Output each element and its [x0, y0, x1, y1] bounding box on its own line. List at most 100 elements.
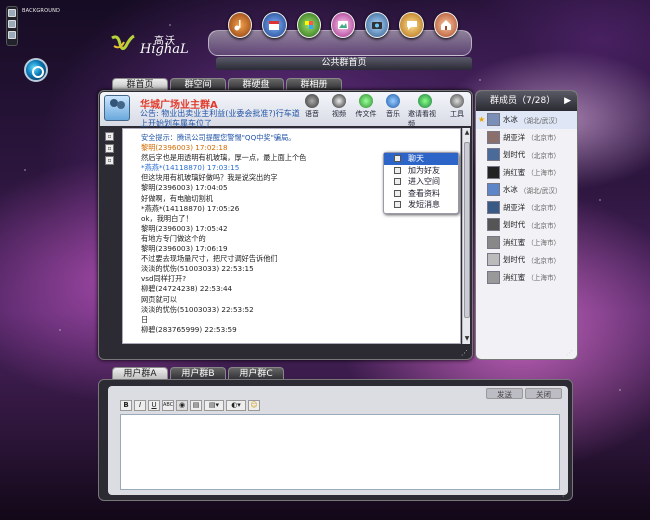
member-location: （北京市）	[527, 134, 561, 143]
menu-item-send-sms[interactable]: 发短消息	[384, 199, 458, 211]
music-button[interactable]: 音乐	[381, 94, 405, 129]
scroll-down-arrow-icon[interactable]: ▼	[463, 335, 471, 343]
member-location: （北京市）	[527, 221, 561, 230]
puzzle-icon[interactable]	[296, 12, 321, 38]
scroll-up-arrow-icon[interactable]: ▲	[463, 129, 471, 137]
member-name: 划时代	[503, 220, 526, 230]
status-orb-icon[interactable]	[24, 58, 48, 82]
member-name: 消红蜜	[503, 237, 526, 247]
member-row[interactable]: 划时代 （北京市）	[476, 146, 577, 164]
side-button-3[interactable]: ▫	[105, 156, 114, 165]
invite-video-button[interactable]: 邀请看视频	[408, 94, 442, 129]
side-button-1[interactable]: ▫	[105, 132, 114, 141]
webcam-icon	[332, 94, 346, 108]
chat-side-buttons: ▫ ▫ ▫	[105, 132, 114, 165]
member-row[interactable]: 划时代 （北京市）	[476, 216, 577, 234]
bold-button[interactable]: B	[120, 400, 132, 411]
music-icon[interactable]	[228, 12, 253, 38]
tools-button[interactable]: 工具	[445, 94, 469, 129]
chat-message: 淡淡的忧伤(51003033) 22:53:15	[141, 264, 254, 274]
strikethrough-button[interactable]: ABC	[162, 400, 174, 411]
message-input[interactable]	[120, 414, 560, 490]
avatar	[487, 165, 500, 179]
italic-button[interactable]: I	[134, 400, 146, 411]
avatar	[487, 183, 500, 197]
member-name: 消红蜜	[503, 167, 526, 177]
chat-message: 网页就可以	[141, 294, 177, 304]
mini-button-1[interactable]	[8, 9, 16, 17]
voice-button[interactable]: 语音	[300, 94, 324, 129]
avatar	[487, 200, 500, 214]
side-button-2[interactable]: ▫	[105, 144, 114, 153]
resize-grip-icon[interactable]: ⋰	[461, 349, 469, 357]
mini-button-3[interactable]	[8, 31, 16, 39]
text-color-dropdown-icon[interactable]: ◐▾	[226, 400, 246, 411]
page-title: 公共群首页	[216, 57, 472, 70]
chevron-right-icon[interactable]: ▶	[564, 91, 571, 111]
camera-icon[interactable]	[365, 12, 390, 38]
member-location: （北京市）	[527, 204, 561, 213]
avatar	[487, 113, 500, 127]
home-icon[interactable]	[433, 12, 458, 38]
chat-scrollbar[interactable]: ▲ ▼	[462, 128, 470, 344]
font-size-dropdown-icon[interactable]: ▤▾	[204, 400, 224, 411]
member-row[interactable]: 消红蜜 （上海市）	[476, 269, 577, 287]
space-icon	[394, 178, 401, 185]
chat-message: ok，我明白了！	[141, 213, 193, 223]
format-toolbar: B I U ABC ◉ ▤ ▤▾ ◐▾ ☺	[120, 400, 260, 411]
avatar	[487, 253, 500, 267]
mini-button-2[interactable]	[8, 20, 16, 28]
member-name: 消红蜜	[503, 272, 526, 282]
font-color-icon[interactable]: ◉	[176, 400, 188, 411]
background-label: BACKGROUND	[22, 8, 61, 14]
member-name: 胡亚洋	[503, 132, 526, 142]
compose-resize-grip-icon[interactable]: ⋰	[562, 490, 570, 498]
context-menu: 聊天 加为好友 进入空间 查看资料 发短消息	[383, 152, 459, 214]
text-style-icon[interactable]: ▤	[190, 400, 202, 411]
invite-video-icon	[418, 94, 432, 108]
menu-item-chat[interactable]: 聊天	[384, 153, 458, 165]
send-button[interactable]: 发送	[486, 388, 523, 399]
calendar-icon[interactable]	[262, 12, 287, 38]
member-row[interactable]: 消红蜜 （上海市）	[476, 234, 577, 252]
member-row[interactable]: 划时代 （北京市）	[476, 251, 577, 269]
menu-item-view-profile[interactable]: 查看资料	[384, 188, 458, 200]
star-icon: ★	[478, 115, 486, 125]
chat-message: 不过要去现场量尺寸，把尺寸调好告诉他们	[141, 254, 278, 264]
member-header: 群成员（7/28） ▶	[476, 91, 577, 111]
menu-item-add-friend[interactable]: 加为好友	[384, 165, 458, 177]
video-button[interactable]: 视频	[327, 94, 351, 129]
member-row[interactable]: 胡亚洋 （北京市）	[476, 129, 577, 147]
photo-icon[interactable]	[330, 12, 356, 38]
scroll-thumb[interactable]	[464, 142, 470, 318]
member-resize-grip-icon[interactable]: ⋰	[566, 349, 574, 357]
send-file-button[interactable]: 传文件	[354, 94, 378, 129]
group-header: 华城广场业主群A 公告: 物业出卖业主利益(业委会批准?)行车道上开始划车属车位…	[100, 92, 471, 129]
message-list: 安全提示：腾讯公司提醒您警惕"QQ中奖"骗局。 黎明(2396003) 17:02…	[141, 133, 381, 335]
member-row[interactable]: 水冰 （湖北/武汉）	[476, 181, 577, 199]
avatar	[487, 148, 500, 162]
avatar	[487, 218, 500, 232]
member-name: 划时代	[503, 255, 526, 265]
member-location: （上海市）	[527, 239, 561, 248]
chat-message: 淡淡的忧伤(51003033) 22:53:52	[141, 304, 254, 314]
underline-button[interactable]: U	[148, 400, 160, 411]
chat-message: 日	[141, 314, 149, 324]
member-row[interactable]: ★ 水冰 （湖北/武汉）	[476, 111, 577, 129]
dock-icons	[228, 12, 458, 40]
chat-message: 安全提示：腾讯公司提醒您警惕"QQ中奖"骗局。	[141, 133, 296, 142]
logo-mark-icon	[111, 34, 135, 51]
member-row[interactable]: 胡亚洋 （北京市）	[476, 199, 577, 217]
menu-item-enter-space[interactable]: 进入空间	[384, 176, 458, 188]
chat-message: 黎明(2396003) 17:06:19	[141, 244, 228, 254]
chat-message: *燕燕*(14118870) 17:03:15	[141, 163, 240, 173]
member-location: （北京市）	[527, 256, 561, 265]
member-row[interactable]: 消红蜜 （上海市）	[476, 164, 577, 182]
emoticon-icon[interactable]: ☺	[248, 400, 260, 411]
chat-icon	[394, 155, 401, 162]
close-button[interactable]: 关闭	[525, 388, 562, 399]
member-name: 胡亚洋	[503, 202, 526, 212]
chat-message: 黎明(2396003) 17:02:18	[141, 143, 228, 153]
chat-icon[interactable]	[399, 12, 424, 38]
member-location: （北京市）	[527, 151, 561, 160]
